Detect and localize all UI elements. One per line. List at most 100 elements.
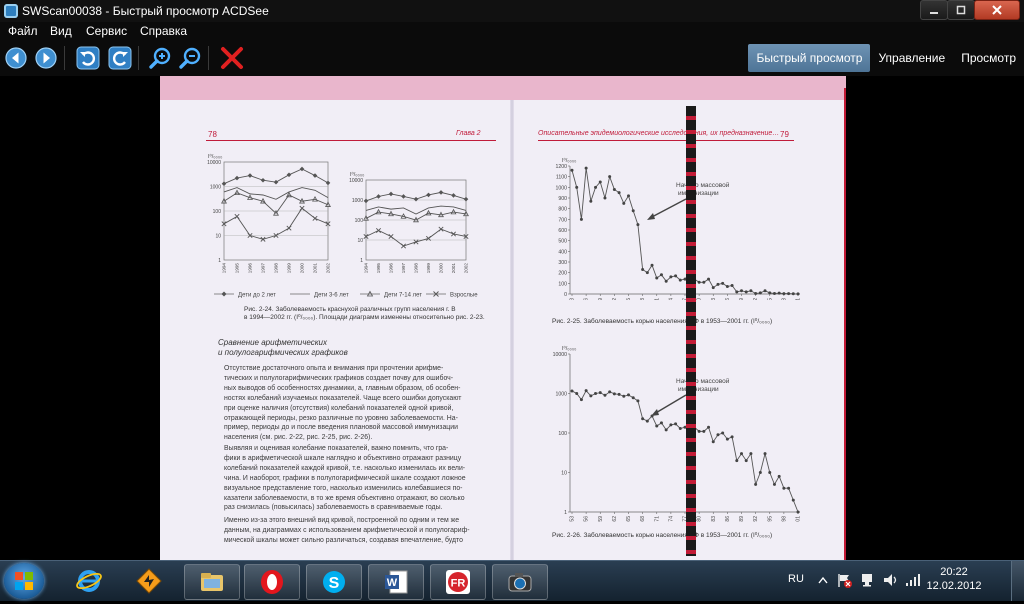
figure-2-25: 0 100 200 300 400 500 600 700 800 900 1000 1100 1200… [555, 157, 801, 300]
x-tick-label: 83 [711, 516, 717, 522]
annotation-line-1: Начало массовой [676, 377, 730, 385]
page-right-edge [844, 88, 846, 560]
x-tick-label: 2002 [464, 263, 469, 274]
data-point [678, 426, 682, 430]
skype-icon[interactable]: S [306, 564, 362, 600]
rotate-left-icon[interactable] [76, 46, 100, 70]
left-header-rule [206, 140, 496, 141]
clock-date: 12.02.2012 [926, 580, 982, 592]
data-point [636, 399, 640, 403]
data-point [735, 459, 739, 463]
x-tick-label: 92 [753, 298, 759, 300]
forward-icon[interactable] [34, 46, 58, 70]
x-tick-label: 89 [739, 516, 745, 522]
data-point [796, 510, 800, 514]
tab-view[interactable]: Просмотр [953, 44, 1024, 72]
data-point [711, 286, 715, 290]
language-indicator[interactable]: RU [788, 573, 804, 585]
data-point [247, 173, 253, 178]
x-tick-label: 1997 [401, 263, 406, 274]
data-point [622, 201, 626, 205]
data-point [659, 273, 663, 277]
data-point [463, 196, 469, 202]
y-tick-label: 800 [558, 207, 567, 213]
x-tick-label: 1998 [414, 263, 419, 274]
fig25-caption: Рис. 2-25. Заболеваемость корью населени… [552, 318, 773, 325]
minimize-icon[interactable] [920, 0, 948, 20]
delete-icon[interactable] [220, 46, 244, 70]
clock[interactable]: 20:22 12.02.2012 [922, 565, 986, 593]
data-point [763, 452, 767, 456]
data-point [754, 482, 758, 486]
data-point [413, 196, 419, 202]
tab-quick-view[interactable]: Быстрый просмотр [748, 44, 871, 72]
legend-label: Дети до 2 лет [238, 293, 276, 299]
data-point [669, 275, 673, 279]
internet-explorer-icon[interactable] [62, 564, 116, 598]
x-tick-label: 92 [753, 516, 759, 522]
annotation-line-1: Начало массовой [676, 181, 730, 189]
acdsee-icon[interactable] [492, 564, 548, 600]
tab-manage[interactable]: Управление [870, 44, 953, 72]
data-point [608, 390, 612, 394]
winamp-icon[interactable] [122, 564, 176, 598]
data-point [325, 180, 331, 186]
data-point [234, 213, 240, 219]
data-point [645, 271, 649, 275]
y-tick-label: 1000 [352, 198, 363, 204]
data-point [426, 192, 431, 198]
toolbar-separator [138, 46, 139, 70]
data-point [617, 392, 621, 396]
close-icon[interactable] [974, 0, 1020, 20]
fig24-caption: Рис. 2-24. Заболеваемость краснухой разл… [244, 306, 485, 321]
data-point [641, 267, 645, 271]
network-icon[interactable] [860, 572, 876, 588]
data-point [388, 233, 394, 239]
data-point [221, 181, 227, 187]
x-tick-label: 89 [739, 298, 745, 300]
finereader-icon[interactable]: FR [430, 564, 486, 600]
menu-view[interactable]: Вид [50, 24, 72, 38]
y-axis-label: I⁰/₀₀₀₀ [562, 345, 576, 352]
rotate-right-icon[interactable] [108, 46, 132, 70]
zoom-in-icon[interactable] [148, 46, 172, 70]
y-tick-label: 10 [357, 238, 363, 244]
image-viewer[interactable]: 78 Глава 2 Описательные эпидемиологическ… [0, 76, 1024, 560]
y-tick-label: 900 [558, 196, 567, 202]
x-tick-label: 62 [612, 516, 618, 522]
word-icon[interactable]: W [368, 564, 424, 600]
data-point [375, 227, 382, 233]
data-point [376, 194, 381, 199]
x-tick-label: 80 [697, 516, 703, 522]
x-tick-label: 86 [725, 298, 731, 300]
data-point [697, 429, 701, 433]
data-point [584, 389, 588, 393]
fig25-chart: 0 100 200 300 400 500 600 700 800 900 1000 1100 1200… [555, 157, 801, 300]
system-tray: RU 20:22 12.02.2012 [784, 561, 1024, 601]
menu-file[interactable]: Файл [8, 24, 38, 38]
toolbar-separator [64, 46, 65, 70]
back-icon[interactable] [4, 46, 28, 70]
show-desktop-button[interactable] [1011, 561, 1024, 601]
maximize-icon[interactable] [947, 0, 975, 20]
figure-2-26: 110100100010000I⁰/₀₀₀₀535659626568717477… [553, 345, 802, 522]
data-point [740, 452, 743, 456]
x-tick-label: 59 [598, 298, 604, 300]
file-explorer-icon[interactable] [184, 564, 240, 600]
menu-service[interactable]: Сервис [86, 24, 127, 38]
menu-help[interactable]: Справка [140, 24, 187, 38]
data-point [674, 422, 678, 426]
zoom-out-icon[interactable] [178, 46, 202, 70]
acdsee-app-icon [4, 4, 18, 18]
fig26-chart: 110100100010000I⁰/₀₀₀₀535659626568717477… [553, 345, 802, 522]
show-hidden-icons-icon[interactable] [818, 576, 828, 584]
opera-icon[interactable] [244, 564, 300, 600]
action-center-flag-icon[interactable] [836, 572, 852, 588]
x-tick-label: 56 [584, 516, 590, 522]
annotation-arrowhead [647, 213, 655, 220]
x-tick-label: 74 [668, 516, 674, 522]
x-tick-label: 1994 [364, 263, 369, 274]
windows-start-icon[interactable] [4, 563, 44, 599]
signal-strength-icon[interactable] [904, 572, 922, 588]
volume-icon[interactable] [882, 572, 900, 588]
